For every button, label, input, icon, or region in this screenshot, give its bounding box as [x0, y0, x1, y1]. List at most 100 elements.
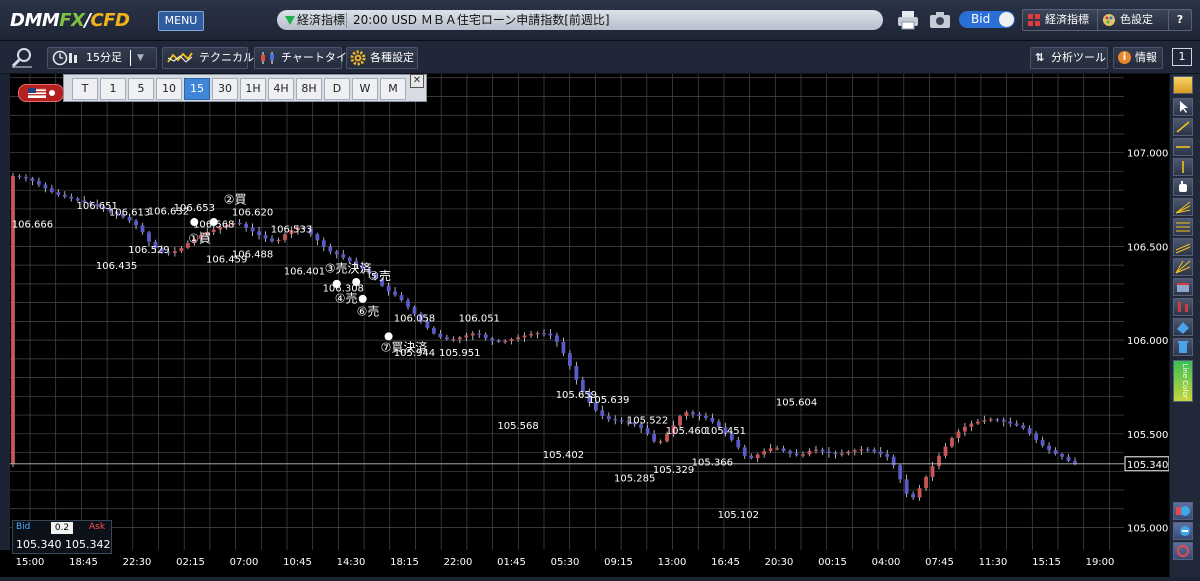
trade-marker-dot[interactable] — [190, 218, 199, 227]
candle-body — [678, 416, 682, 426]
page-number[interactable]: 1 — [1172, 48, 1192, 66]
x-tick-label: 22:00 — [444, 557, 473, 568]
candle-body — [56, 192, 61, 195]
candle-body — [652, 433, 656, 442]
candle-body — [1027, 428, 1032, 434]
channel-tool-icon[interactable] — [1173, 218, 1193, 236]
trade-marker-dot[interactable] — [332, 279, 341, 288]
price-annotation: 106.529 — [128, 245, 169, 256]
candle-body — [619, 420, 624, 422]
timeframe-panel: T 1 5 10 15 30 1H 4H 8H D W M ✕ — [63, 74, 427, 102]
price-chart[interactable]: 107.000 106.500 106.000 105.500 105.000 15:00… — [0, 74, 1170, 577]
camera-icon[interactable] — [929, 9, 951, 31]
trendline-tool-icon[interactable] — [1173, 118, 1193, 136]
trade-marker-dot[interactable] — [384, 332, 393, 341]
timeframe-1h[interactable]: 1H — [240, 78, 266, 100]
trade-marker-dot[interactable] — [358, 294, 367, 303]
candle-body — [49, 188, 54, 193]
up-triangle-icon — [285, 16, 295, 25]
menu-button[interactable]: MENU — [158, 11, 204, 31]
parallel-line-tool-icon[interactable] — [1173, 238, 1193, 256]
trash-icon[interactable] — [1173, 338, 1193, 356]
timeframe-t[interactable]: T — [72, 78, 98, 100]
candle-body — [140, 225, 145, 233]
gann-tool-icon[interactable] — [1173, 258, 1193, 276]
zoom-out-icon[interactable] — [1173, 522, 1193, 540]
timeframe-8h[interactable]: 8H — [296, 78, 322, 100]
pointer-tool-icon[interactable] — [1173, 98, 1193, 116]
settings-button[interactable]: 各種設定 — [346, 47, 418, 69]
info-label: 情報 — [1135, 51, 1157, 64]
candle-body — [917, 488, 922, 498]
fibonacci-fan-tool-icon[interactable] — [1173, 198, 1193, 216]
help-button[interactable]: ? — [1168, 9, 1192, 31]
y-tick-label: 105.500 — [1127, 430, 1168, 441]
timeframe-10[interactable]: 10 — [156, 78, 182, 100]
candle-body — [457, 337, 462, 340]
candle-body — [432, 327, 436, 334]
bar-range-tool-icon[interactable] — [1173, 298, 1193, 316]
news-ticker[interactable]: 経済指標 20:00 USD ＭＢＡ住宅ローン申請指数[前週比] — [277, 10, 883, 30]
x-tick-label: 15:15 — [1032, 557, 1061, 568]
info-button[interactable]: i 情報 — [1113, 47, 1163, 69]
zoom-icon[interactable] — [10, 47, 34, 69]
eraser-tool-icon[interactable] — [1173, 318, 1193, 336]
candle-body — [1053, 450, 1058, 454]
printer-icon[interactable] — [897, 9, 919, 31]
trade-marker-dot[interactable] — [209, 218, 218, 227]
timeframe-30[interactable]: 30 — [212, 78, 238, 100]
analysis-tool-button[interactable]: ⇅ 分析ツール — [1030, 47, 1108, 69]
zoom-in-icon[interactable] — [1173, 502, 1193, 520]
timeframe-w[interactable]: W — [352, 78, 378, 100]
ask-price: 105.342 — [65, 538, 111, 551]
candle-body — [703, 416, 708, 418]
y-tick-label: 106.500 — [1127, 242, 1168, 253]
trade-marker-dot[interactable] — [352, 278, 361, 287]
candle-body — [1014, 423, 1019, 426]
x-tick-label: 09:15 — [604, 557, 633, 568]
x-tick-label: 22:30 — [123, 557, 152, 568]
bid-ask-panel[interactable]: Bid 0.2 Ask 105.340 105.342 — [12, 520, 112, 554]
candle-body — [548, 333, 553, 336]
technical-button[interactable]: テクニカル — [162, 47, 254, 69]
candle-body — [859, 449, 864, 451]
y-tick-label: 106.000 — [1127, 336, 1168, 347]
candle-body — [393, 291, 397, 296]
currency-pair-flag[interactable] — [18, 84, 64, 102]
period-tool-icon[interactable] — [1173, 278, 1193, 296]
timeframe-select[interactable]: 15分足 ▼ — [47, 47, 157, 69]
x-tick-label: 00:15 — [818, 557, 847, 568]
chart-reset-icon[interactable] — [1173, 542, 1193, 560]
timeframe-m[interactable]: M — [380, 78, 406, 100]
usd-jpy-flag-icon — [28, 88, 55, 98]
spread-value: 0.2 — [51, 522, 73, 534]
candle-body — [1034, 433, 1039, 440]
timeframe-d[interactable]: D — [324, 78, 350, 100]
alert-bell-icon[interactable] — [1173, 76, 1193, 94]
timeframe-1[interactable]: 1 — [100, 78, 126, 100]
candle-body — [898, 465, 903, 480]
timeframe-4h[interactable]: 4H — [268, 78, 294, 100]
x-tick-label: 11:30 — [979, 557, 1008, 568]
bid-ask-toggle[interactable]: Bid — [959, 11, 1015, 28]
svg-text:Line Color: Line Color — [1181, 363, 1189, 398]
candle-body — [807, 450, 812, 455]
candle-body — [755, 454, 760, 459]
price-annotation: 106.401 — [284, 267, 325, 278]
candle-body — [801, 454, 805, 456]
candle-body — [341, 254, 346, 258]
close-panel-button[interactable]: ✕ — [410, 74, 424, 88]
chart-type-button[interactable]: チャートタイプ — [254, 47, 358, 69]
timeframe-5[interactable]: 5 — [128, 78, 154, 100]
candle-body — [1060, 453, 1064, 457]
candle-body — [658, 441, 663, 443]
vertical-line-tool-icon[interactable] — [1173, 158, 1193, 176]
line-color-icon[interactable]: Line Color — [1173, 360, 1193, 402]
toggle-knob — [999, 12, 1014, 27]
price-annotation: 106.058 — [394, 313, 435, 324]
hand-tool-icon[interactable] — [1173, 178, 1193, 196]
horizontal-line-tool-icon[interactable] — [1173, 138, 1193, 156]
candle-body — [69, 196, 74, 199]
chart-area[interactable]: 107.000 106.500 106.000 105.500 105.000 15:00… — [0, 74, 1170, 577]
timeframe-15[interactable]: 15 — [184, 78, 210, 100]
